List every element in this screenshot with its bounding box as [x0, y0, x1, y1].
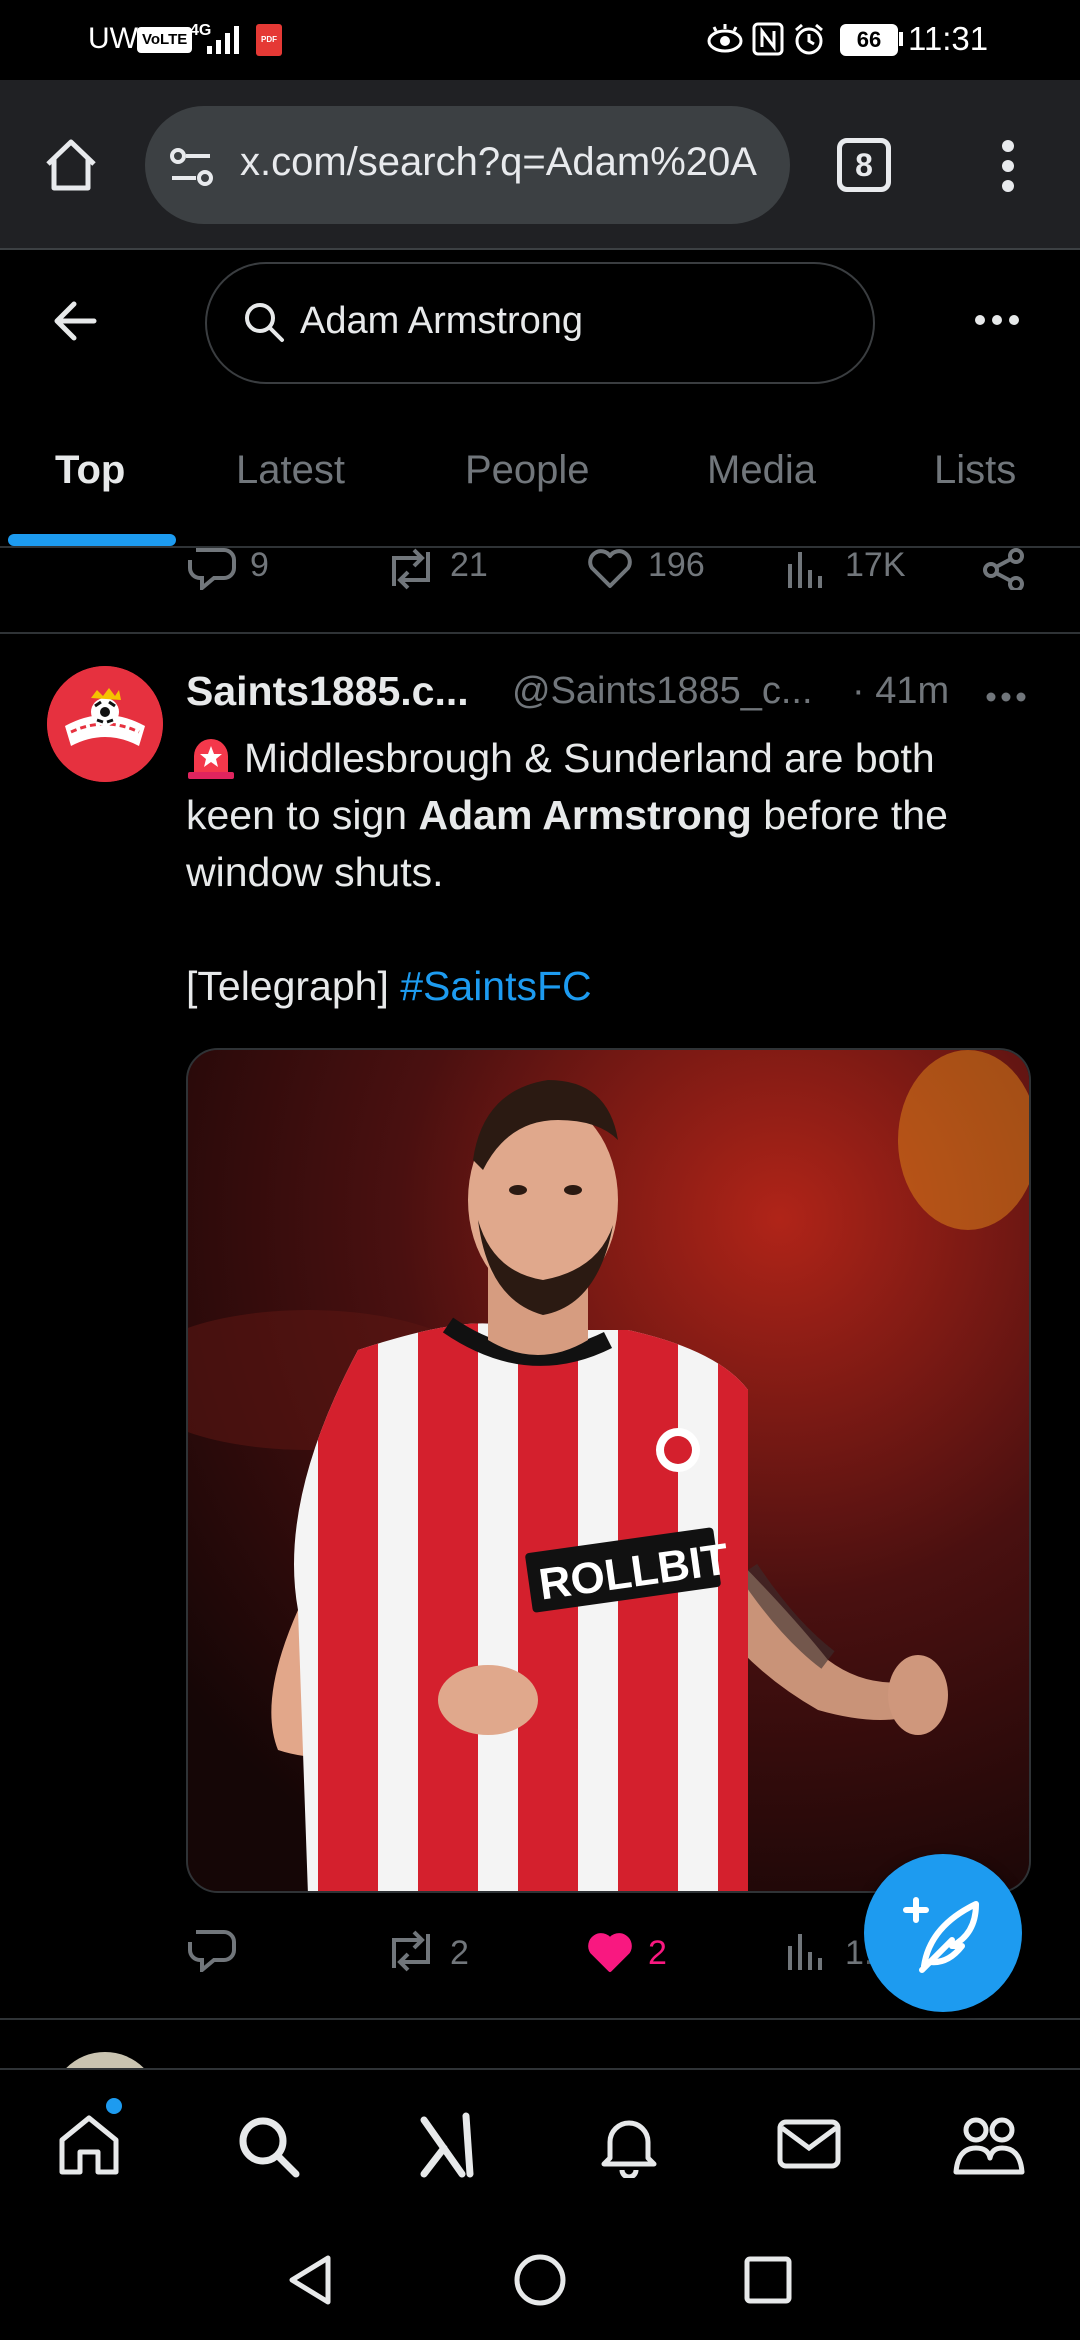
compose-post-button[interactable] [864, 1854, 1022, 2012]
more-options-icon[interactable] [972, 312, 1022, 328]
avatar[interactable] [47, 666, 163, 782]
like-count: 196 [648, 548, 705, 584]
address-url[interactable]: x.com/search?q=Adam%20A [240, 140, 757, 185]
tweet-source: [Telegraph] [186, 963, 401, 1009]
more-vert-icon[interactable] [996, 136, 1020, 196]
tab-latest[interactable]: Latest [236, 448, 345, 493]
views-icon[interactable] [786, 548, 826, 590]
tweet-divider [0, 632, 1080, 634]
tweet-timestamp[interactable]: · 41m [852, 670, 949, 713]
eye-comfort-icon [706, 22, 744, 56]
tweet-text-bold: Adam Armstrong [418, 792, 752, 838]
search-query[interactable]: Adam Armstrong [300, 300, 583, 343]
like-icon[interactable] [586, 548, 634, 590]
tweet-handle[interactable]: @Saints1885_c... [512, 670, 813, 713]
signal-icon [205, 22, 245, 56]
pdf-notification-icon: PDF [256, 24, 282, 56]
like-filled-icon[interactable] [586, 1932, 634, 1974]
home-circle-nav-icon[interactable] [512, 2252, 568, 2308]
notifications-nav-icon[interactable] [596, 2112, 662, 2178]
battery-level: 66 [856, 27, 882, 52]
repost-icon[interactable] [384, 1930, 438, 1972]
tweet-display-name[interactable]: Saints1885.c... [186, 668, 469, 715]
bottom-nav [0, 2068, 1080, 2220]
alarm-icon [792, 22, 826, 56]
tweet-media-image[interactable]: ROLLBIT [186, 1048, 1031, 1893]
tab-media[interactable]: Media [707, 448, 816, 493]
clock: 11:31 [908, 20, 989, 57]
status-bar: UW VoLTE 4G PDF 66 11:31 [0, 0, 1080, 80]
battery-tip [899, 32, 903, 46]
search-icon [242, 300, 286, 344]
views-count: 17K [845, 548, 906, 584]
tweet-more-icon[interactable] [984, 690, 1028, 704]
share-icon[interactable] [982, 548, 1026, 590]
tab-lists[interactable]: Lists [934, 448, 1016, 493]
tweet-text: Middlesbrough & Sunderland are both keen… [186, 730, 1026, 1015]
battery-icon: 66 [840, 24, 898, 56]
tweet-divider [0, 2018, 1080, 2020]
active-tab-indicator [8, 534, 176, 546]
prev-tweet-action-bar: 9 21 196 17K [0, 548, 1080, 628]
grok-nav-icon[interactable] [418, 2112, 484, 2178]
communities-nav-icon[interactable] [952, 2112, 1026, 2178]
tab-top[interactable]: Top [55, 448, 125, 493]
home-notification-dot [106, 2098, 122, 2114]
hashtag-link[interactable]: #SaintsFC [400, 963, 591, 1009]
repost-count: 21 [450, 548, 488, 584]
home-nav-icon[interactable] [56, 2112, 122, 2178]
nfc-icon [752, 22, 784, 56]
views-icon[interactable] [786, 1930, 826, 1972]
repost-icon[interactable] [384, 548, 438, 590]
back-arrow-icon[interactable] [50, 298, 100, 344]
reply-count: 9 [250, 548, 269, 584]
repost-count: 2 [450, 1934, 469, 1972]
back-nav-icon[interactable] [284, 2252, 336, 2308]
carrier-label: UW [88, 22, 138, 55]
tab-people[interactable]: People [465, 448, 590, 493]
home-icon[interactable] [40, 134, 102, 196]
reply-icon[interactable] [188, 1930, 236, 1972]
messages-nav-icon[interactable] [776, 2114, 842, 2174]
volte-badge: VoLTE [137, 27, 193, 53]
tab-switcher-button[interactable]: 8 [837, 138, 891, 192]
explore-nav-icon[interactable] [236, 2114, 302, 2180]
like-count: 2 [648, 1934, 667, 1972]
reply-icon[interactable] [188, 548, 236, 590]
recents-nav-icon[interactable] [742, 2254, 794, 2306]
siren-icon [186, 734, 236, 780]
site-settings-icon[interactable] [168, 144, 216, 190]
